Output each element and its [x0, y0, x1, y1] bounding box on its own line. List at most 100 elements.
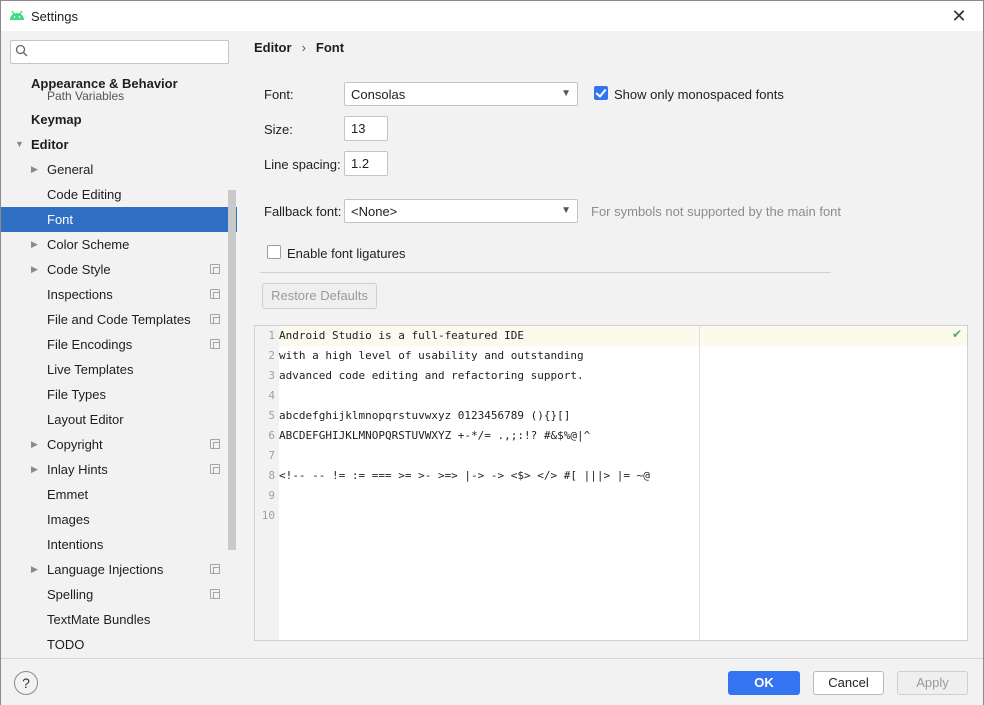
sidebar-scrollbar[interactable] — [228, 190, 236, 550]
sidebar-item-code-style[interactable]: ▶ Code Style — [1, 257, 237, 282]
sidebar-item-label: Font — [47, 212, 74, 227]
sidebar-item-language-injections[interactable]: ▶ Language Injections — [1, 557, 237, 582]
code-text: advanced code editing and refactoring su… — [279, 369, 584, 382]
settings-dialog: Settings ✕ Path Variables Appearance & B… — [0, 0, 984, 705]
project-scope-icon — [210, 339, 220, 349]
sidebar-item-live-templates[interactable]: Live Templates — [1, 357, 237, 382]
sidebar-item-label: Copyright — [47, 437, 103, 452]
settings-sidebar: Path Variables Appearance & Behavior Keym… — [1, 31, 237, 658]
chevron-down-icon[interactable]: ▼ — [15, 132, 24, 157]
code-text: with a high level of usability and outst… — [279, 349, 584, 362]
ok-button[interactable]: OK — [728, 671, 800, 695]
chevron-right-icon[interactable]: ▶ — [31, 457, 38, 482]
line-number: 4 — [268, 389, 275, 402]
chevron-right-icon[interactable]: ▶ — [31, 557, 38, 582]
sidebar-item-label: Language Injections — [47, 562, 164, 577]
sidebar-item-font[interactable]: Font — [1, 207, 237, 232]
divider — [260, 272, 831, 273]
sidebar-item-textmate-bundles[interactable]: TextMate Bundles — [1, 607, 237, 632]
project-scope-icon — [210, 464, 220, 474]
window-title: Settings — [31, 9, 78, 24]
restore-defaults-button[interactable]: Restore Defaults — [262, 283, 377, 309]
ligatures-label[interactable]: Enable font ligatures — [287, 246, 406, 261]
size-input[interactable] — [345, 117, 387, 140]
chevron-right-icon[interactable]: ▶ — [31, 432, 38, 457]
sidebar-item-intentions[interactable]: Intentions — [1, 532, 237, 557]
search-input[interactable] — [10, 40, 229, 64]
sidebar-item-label: Layout Editor — [47, 412, 124, 427]
sidebar-item-todo[interactable]: TODO — [1, 632, 237, 657]
code-line: 7 — [255, 446, 955, 466]
font-select-value: Consolas — [351, 87, 406, 102]
sidebar-item-label: Editor — [31, 137, 69, 152]
sidebar-item-label: Appearance & Behavior — [31, 76, 178, 91]
sidebar-item-code-editing[interactable]: Code Editing — [1, 182, 237, 207]
line-number: 3 — [268, 369, 275, 382]
breadcrumb-current: Font — [315, 40, 345, 55]
line-number: 7 — [268, 449, 275, 462]
help-icon[interactable]: ? — [14, 671, 38, 695]
apply-button[interactable]: Apply — [897, 671, 968, 695]
sidebar-item-label: TODO — [47, 637, 85, 652]
sidebar-item-file-and-code-templates[interactable]: File and Code Templates — [1, 307, 237, 332]
sidebar-item-label: Inlay Hints — [47, 462, 108, 477]
code-line: 5 abcdefghijklmnopqrstuvwxyz 0123456789 (… — [255, 406, 955, 426]
sidebar-item-keymap[interactable]: Keymap — [1, 107, 237, 132]
code-line: 2 with a high level of usability and outs… — [255, 346, 955, 366]
sidebar-item-label: General — [47, 162, 94, 177]
breadcrumb-parent[interactable]: Editor — [254, 40, 292, 55]
sidebar-item-appearance-behavior[interactable]: Appearance & Behavior — [1, 71, 237, 96]
line-number: 1 — [268, 329, 275, 342]
sidebar-item-inspections[interactable]: Inspections — [1, 282, 237, 307]
sidebar-item-images[interactable]: Images — [1, 507, 237, 532]
sidebar-item-label: Code Editing — [47, 187, 122, 202]
line-spacing-input[interactable] — [345, 152, 387, 175]
code-text: abcdefghijklmnopqrstuvwxyz 0123456789 ()… — [279, 409, 571, 422]
code-line: 10 — [255, 506, 955, 526]
sidebar-item-inlay-hints[interactable]: ▶ Inlay Hints — [1, 457, 237, 482]
android-icon — [10, 10, 24, 20]
close-icon[interactable]: ✕ — [947, 4, 971, 28]
sidebar-item-label: Keymap — [31, 112, 82, 127]
font-label: Font: — [264, 87, 294, 102]
sidebar-item-file-types[interactable]: File Types — [1, 382, 237, 407]
sidebar-item-emmet[interactable]: Emmet — [1, 482, 237, 507]
sidebar-item-label: Emmet — [47, 487, 89, 502]
code-text: ABCDEFGHIJKLMNOPQRSTUVWXYZ +-*/= .,;:!? … — [279, 429, 591, 442]
font-select[interactable]: Consolas ▼ — [344, 82, 578, 106]
cancel-button[interactable]: Cancel — [813, 671, 884, 695]
sidebar-item-copyright[interactable]: ▶ Copyright — [1, 432, 237, 457]
sidebar-item-label: Inspections — [47, 287, 113, 302]
chevron-right-icon[interactable]: ▶ — [31, 157, 38, 182]
chevron-right-icon[interactable]: ▶ — [31, 257, 38, 282]
sidebar-item-label: Live Templates — [47, 362, 134, 377]
monospaced-label[interactable]: Show only monospaced fonts — [614, 87, 784, 102]
breadcrumb: Editor › Font — [254, 40, 344, 55]
sidebar-item-file-encodings[interactable]: File Encodings — [1, 332, 237, 357]
sidebar-item-label: Images — [47, 512, 90, 527]
chevron-right-icon: › — [301, 40, 306, 55]
sidebar-item-editor[interactable]: ▼ Editor — [1, 132, 237, 157]
line-number: 5 — [268, 409, 275, 422]
sidebar-item-label: Spelling — [47, 587, 94, 602]
line-number: 8 — [268, 469, 275, 482]
sidebar-item-general[interactable]: ▶ General — [1, 157, 237, 182]
fallback-font-select[interactable]: <None> ▼ — [344, 199, 578, 223]
chevron-right-icon[interactable]: ▶ — [31, 232, 38, 257]
size-field[interactable] — [344, 116, 388, 141]
line-spacing-field[interactable] — [344, 151, 388, 176]
sidebar-item-layout-editor[interactable]: Layout Editor — [1, 407, 237, 432]
code-line: 8 <!-- -- != := === >= >- >=> |-> -> <$> … — [255, 466, 955, 486]
monospaced-checkbox[interactable] — [594, 86, 608, 100]
ligatures-checkbox[interactable] — [267, 245, 281, 259]
code-line: 1 Android Studio is a full-featured IDE — [255, 326, 955, 346]
sidebar-item-spelling[interactable]: Spelling — [1, 582, 237, 607]
sidebar-item-label: File Types — [47, 387, 107, 402]
code-line: 4 — [255, 386, 955, 406]
font-preview-editor[interactable]: 1 Android Studio is a full-featured IDE 2 w… — [254, 325, 968, 641]
line-number: 6 — [268, 429, 275, 442]
sidebar-item-label: Color Scheme — [47, 237, 130, 252]
check-icon: ✔ — [952, 327, 963, 341]
sidebar-item-color-scheme[interactable]: ▶ Color Scheme — [1, 232, 237, 257]
sidebar-item-label: TextMate Bundles — [47, 612, 151, 627]
